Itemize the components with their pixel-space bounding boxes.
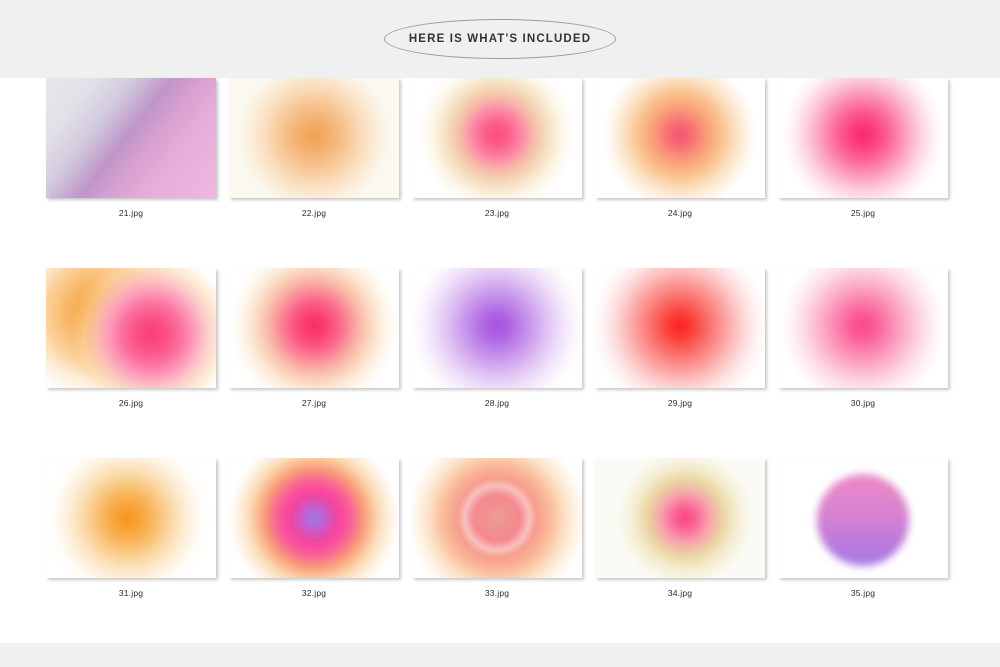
header-title: HERE IS WHAT'S INCLUDED bbox=[408, 33, 592, 45]
thumbnail-row: 31.jpg 32.jpg 33.jpg 34.jpg 35.jpg bbox=[0, 458, 1000, 648]
thumbnail-label: 21.jpg bbox=[118, 208, 144, 218]
gradient-art bbox=[229, 268, 399, 388]
thumbnail-image-29[interactable] bbox=[595, 268, 765, 388]
gradient-art bbox=[778, 268, 948, 388]
gallery-page: HERE IS WHAT'S INCLUDED 21.jpg 22.jpg 23… bbox=[0, 0, 1000, 667]
thumbnail-cell[interactable]: 34.jpg bbox=[584, 458, 776, 648]
thumbnail-cell[interactable]: 21.jpg bbox=[35, 78, 227, 268]
gallery-content: 21.jpg 22.jpg 23.jpg 24.jpg 25.jpg 26.jp… bbox=[0, 78, 1000, 643]
gradient-art bbox=[595, 268, 765, 388]
thumbnail-label: 33.jpg bbox=[484, 588, 510, 598]
thumbnail-image-24[interactable] bbox=[595, 78, 765, 198]
thumbnail-cell[interactable]: 24.jpg bbox=[584, 78, 776, 268]
header-band: HERE IS WHAT'S INCLUDED bbox=[0, 0, 1000, 78]
thumbnail-cell[interactable]: 29.jpg bbox=[584, 268, 776, 458]
thumbnail-image-27[interactable] bbox=[229, 268, 399, 388]
thumbnail-image-30[interactable] bbox=[778, 268, 948, 388]
thumbnail-cell[interactable]: 31.jpg bbox=[35, 458, 227, 648]
thumbnail-label: 27.jpg bbox=[301, 398, 327, 408]
thumbnail-label: 32.jpg bbox=[301, 588, 327, 598]
thumbnail-cell[interactable]: 30.jpg bbox=[767, 268, 959, 458]
thumbnail-label: 24.jpg bbox=[667, 208, 693, 218]
gradient-art bbox=[595, 78, 765, 198]
gradient-art bbox=[46, 78, 216, 198]
thumbnail-grid: 21.jpg 22.jpg 23.jpg 24.jpg 25.jpg 26.jp… bbox=[0, 78, 1000, 648]
header-badge-wrapper: HERE IS WHAT'S INCLUDED bbox=[0, 0, 1000, 78]
thumbnail-cell[interactable]: 23.jpg bbox=[401, 78, 593, 268]
thumbnail-label: 30.jpg bbox=[850, 398, 876, 408]
thumbnail-label: 31.jpg bbox=[118, 588, 144, 598]
gradient-art bbox=[595, 458, 765, 578]
thumbnail-label: 26.jpg bbox=[118, 398, 144, 408]
gradient-art bbox=[46, 458, 216, 578]
thumbnail-image-35[interactable] bbox=[778, 458, 948, 578]
thumbnail-image-21[interactable] bbox=[46, 78, 216, 198]
thumbnail-row: 21.jpg 22.jpg 23.jpg 24.jpg 25.jpg bbox=[0, 78, 1000, 268]
circle-shape bbox=[817, 474, 909, 567]
header-badge: HERE IS WHAT'S INCLUDED bbox=[384, 19, 616, 59]
thumbnail-label: 34.jpg bbox=[667, 588, 693, 598]
thumbnail-cell[interactable]: 27.jpg bbox=[218, 268, 410, 458]
gradient-art bbox=[778, 78, 948, 198]
gradient-art bbox=[412, 268, 582, 388]
thumbnail-cell[interactable]: 35.jpg bbox=[767, 458, 959, 648]
thumbnail-cell[interactable]: 26.jpg bbox=[35, 268, 227, 458]
gradient-art bbox=[412, 78, 582, 198]
gradient-art bbox=[46, 268, 216, 388]
thumbnail-label: 22.jpg bbox=[301, 208, 327, 218]
thumbnail-image-22[interactable] bbox=[229, 78, 399, 198]
thumbnail-label: 35.jpg bbox=[850, 588, 876, 598]
footer-band bbox=[0, 643, 1000, 667]
thumbnail-image-33[interactable] bbox=[412, 458, 582, 578]
thumbnail-image-34[interactable] bbox=[595, 458, 765, 578]
thumbnail-image-26[interactable] bbox=[46, 268, 216, 388]
thumbnail-cell[interactable]: 32.jpg bbox=[218, 458, 410, 648]
gradient-art bbox=[412, 458, 582, 578]
gradient-art bbox=[229, 458, 399, 578]
thumbnail-image-25[interactable] bbox=[778, 78, 948, 198]
thumbnail-image-28[interactable] bbox=[412, 268, 582, 388]
thumbnail-image-32[interactable] bbox=[229, 458, 399, 578]
thumbnail-image-31[interactable] bbox=[46, 458, 216, 578]
thumbnail-label: 25.jpg bbox=[850, 208, 876, 218]
thumbnail-cell[interactable]: 28.jpg bbox=[401, 268, 593, 458]
thumbnail-row: 26.jpg 27.jpg 28.jpg 29.jpg 30.jpg bbox=[0, 268, 1000, 458]
gradient-art bbox=[229, 78, 399, 198]
thumbnail-cell[interactable]: 22.jpg bbox=[218, 78, 410, 268]
thumbnail-label: 28.jpg bbox=[484, 398, 510, 408]
thumbnail-cell[interactable]: 33.jpg bbox=[401, 458, 593, 648]
thumbnail-label: 23.jpg bbox=[484, 208, 510, 218]
thumbnail-cell[interactable]: 25.jpg bbox=[767, 78, 959, 268]
thumbnail-label: 29.jpg bbox=[667, 398, 693, 408]
thumbnail-image-23[interactable] bbox=[412, 78, 582, 198]
gradient-art bbox=[778, 458, 948, 578]
